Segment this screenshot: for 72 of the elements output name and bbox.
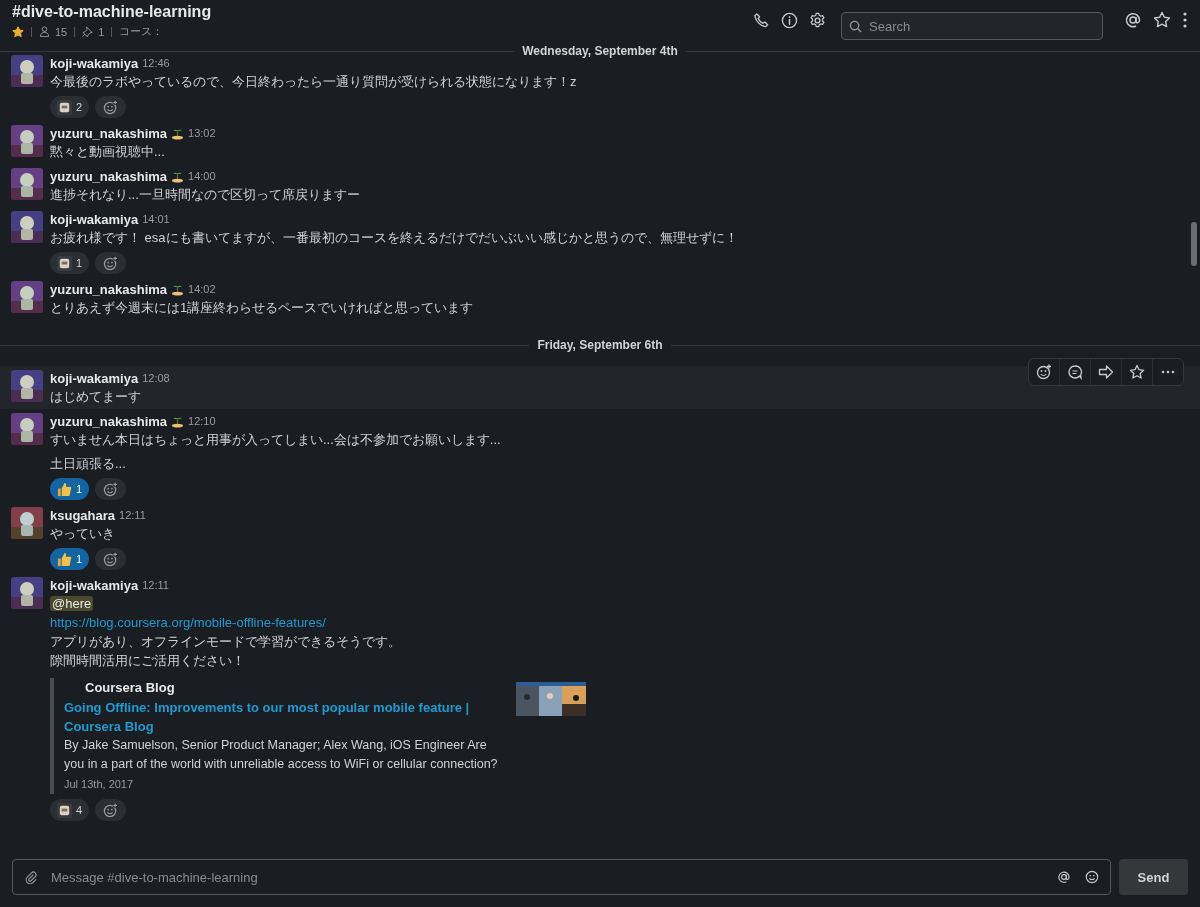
- add-reaction-icon: [103, 481, 119, 497]
- search-icon: [849, 20, 862, 33]
- paperclip-icon[interactable]: [25, 871, 38, 884]
- message-text: 土日頑張る...: [50, 455, 126, 473]
- channel-topic[interactable]: コース：: [119, 24, 164, 39]
- timestamp[interactable]: 12:08: [142, 372, 170, 384]
- message-text: すいません本日はちょっと用事が入ってしまい...会は不参加でお願いします...: [50, 431, 501, 449]
- timestamp[interactable]: 14:02: [188, 283, 216, 295]
- message-input[interactable]: Message #dive-to-machine-learning: [12, 859, 1111, 895]
- reaction-button[interactable]: 4: [50, 799, 90, 821]
- message-text: とりあえず今週末には1講座終わらせるペースでいければと思っています: [50, 299, 474, 317]
- reaction-button[interactable]: 1: [50, 548, 90, 570]
- thumbs-up-icon: [57, 481, 72, 497]
- add-reaction-icon: [103, 802, 119, 818]
- author-name[interactable]: koji-wakamiya: [50, 577, 139, 593]
- author-name[interactable]: ksugahara: [50, 507, 116, 523]
- author-name[interactable]: yuzuru_nakashima: [50, 125, 168, 141]
- thumbs-up-icon: [57, 551, 72, 567]
- settings-icon[interactable]: [809, 11, 826, 29]
- add-reaction-button[interactable]: [95, 799, 127, 821]
- pin-count[interactable]: 1: [98, 25, 105, 38]
- more-icon[interactable]: [1182, 11, 1188, 29]
- attachment-site: Coursera Blog: [84, 679, 175, 697]
- timestamp[interactable]: 14:00: [188, 170, 216, 182]
- add-reaction-icon: [103, 99, 119, 115]
- message-text: 黙々と動画視聴中...: [50, 143, 165, 161]
- search-field[interactable]: Search: [841, 12, 1103, 40]
- timestamp[interactable]: 12:10: [188, 415, 216, 427]
- message-text: 隙間時間活用にご活用ください！: [50, 652, 245, 670]
- mention-icon[interactable]: [1124, 11, 1142, 29]
- add-reaction-button[interactable]: [95, 548, 127, 570]
- add-reaction-icon: [103, 255, 119, 271]
- attachment-description: By Jake Samuelson, Senior Product Manager; Alex Wang, iOS Engineer Are you in a part of the world with unreliable access to WiFi or cellular connection?: [64, 737, 499, 773]
- phone-icon[interactable]: [753, 11, 770, 29]
- message-text: 進捗それなり...一旦時間なので区切って席戻りますー: [50, 186, 360, 204]
- member-count[interactable]: 15: [55, 25, 68, 38]
- author-name[interactable]: yuzuru_nakashima: [50, 413, 168, 429]
- message-text: 今最後のラボやっているので、今日終わったら一通り質問が受けられる状態になります！z: [50, 73, 577, 91]
- channel-title: #dive-to-machine-learning: [12, 3, 212, 21]
- author-name[interactable]: koji-wakamiya: [50, 55, 139, 71]
- author-name[interactable]: yuzuru_nakashima: [50, 281, 168, 297]
- reaction-button[interactable]: 2: [50, 96, 90, 118]
- author-name[interactable]: koji-wakamiya: [50, 211, 139, 227]
- timestamp[interactable]: 12:46: [142, 57, 170, 69]
- message-text: やっていき: [50, 525, 115, 543]
- star-icon[interactable]: [12, 25, 24, 38]
- message-text: お疲れ様です！ esaにも書いてますが、一番最初のコースを終えるだけでだいぶいい感じかと思うので、無理せずに！: [50, 229, 738, 247]
- author-name[interactable]: koji-wakamiya: [50, 370, 139, 386]
- emoji-icon[interactable]: [1085, 870, 1099, 884]
- message-link[interactable]: https://blog.coursera.org/mobile-offline-features/: [50, 615, 326, 630]
- add-reaction-button[interactable]: [95, 478, 127, 500]
- reaction-button[interactable]: 1: [50, 252, 90, 274]
- timestamp[interactable]: 12:11: [142, 579, 169, 591]
- timestamp[interactable]: 14:01: [142, 213, 170, 225]
- person-icon: [39, 26, 50, 37]
- timestamp[interactable]: 13:02: [188, 127, 216, 139]
- add-reaction-button[interactable]: [95, 96, 127, 118]
- info-icon[interactable]: [781, 11, 798, 29]
- attachment-date: Jul 13th, 2017: [64, 777, 134, 792]
- scrollbar-thumb[interactable]: [1191, 222, 1197, 266]
- mention-tag[interactable]: @here: [50, 596, 94, 611]
- pin-icon: [82, 26, 94, 37]
- author-name[interactable]: yuzuru_nakashima: [50, 168, 168, 184]
- mention-icon[interactable]: [1057, 870, 1071, 884]
- add-reaction-icon: [103, 551, 119, 567]
- attachment-title[interactable]: Going Offline: Improvements to our most popular mobile feature | Coursera Blog: [64, 698, 504, 736]
- send-button[interactable]: Send: [1119, 859, 1188, 895]
- timestamp[interactable]: 12:11: [119, 509, 146, 521]
- message-text: アプリがあり、オフラインモードで学習ができるそうです。: [50, 633, 401, 651]
- reaction-button[interactable]: 1: [50, 478, 90, 500]
- add-reaction-button[interactable]: [95, 252, 127, 274]
- message-text: はじめてまーす: [50, 388, 141, 406]
